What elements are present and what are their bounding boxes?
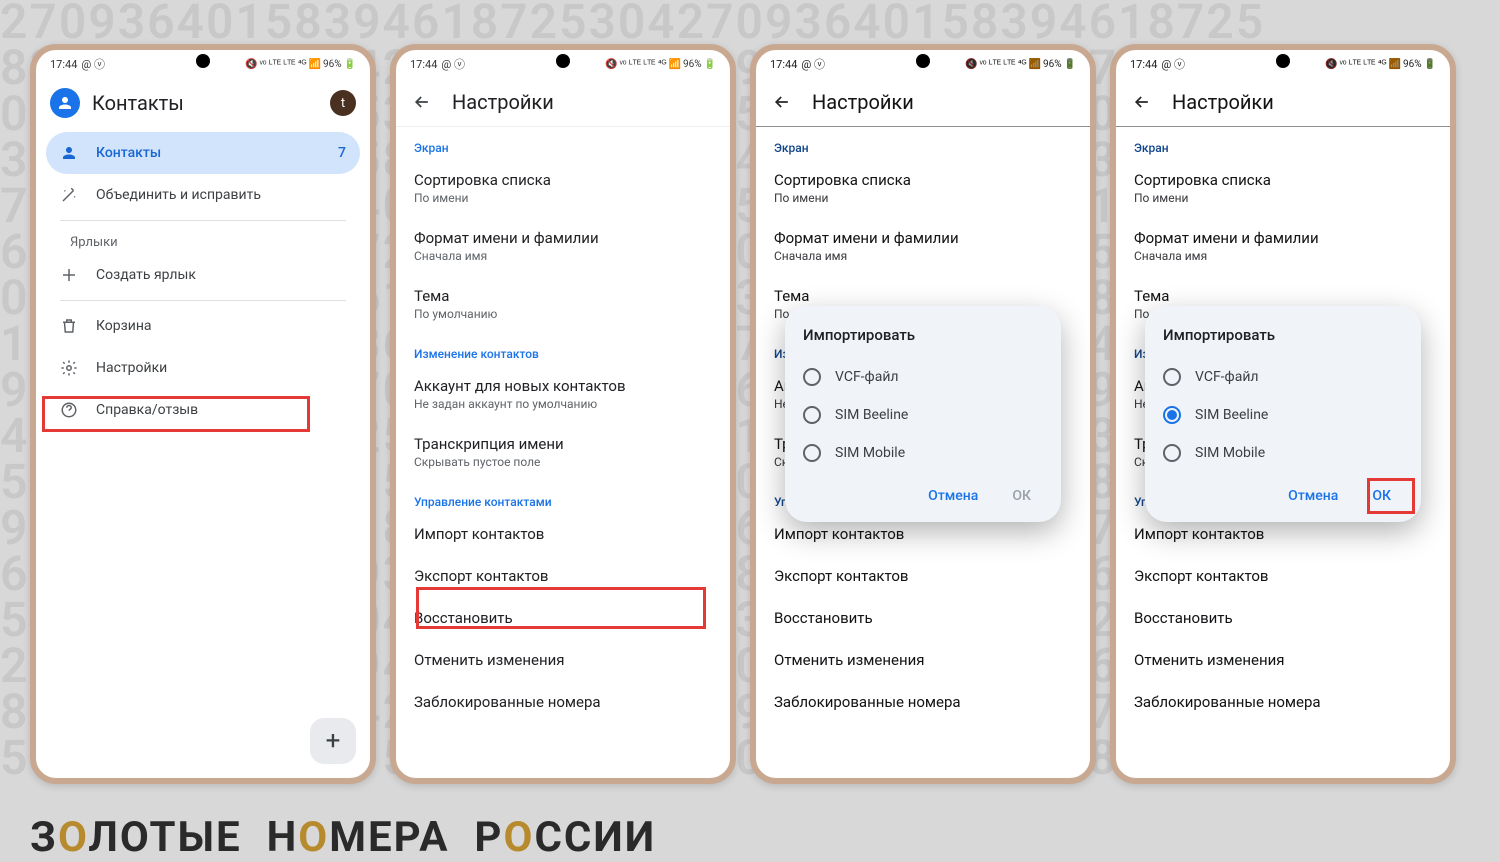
- radio-icon: [1163, 368, 1181, 386]
- item-subtitle: По умолчанию: [414, 307, 712, 321]
- person-icon: [60, 144, 78, 162]
- contacts-app-icon: [50, 88, 80, 118]
- status-bar: 17:44 @ ⓥ 🔇ᵛᵒ ᴸᵀᴱ ᴸᵀᴱ ⁴ᴳ 📶 96%🔋: [396, 50, 730, 78]
- nav-label: Настройки: [96, 360, 167, 376]
- phone-screenshot-2: 17:44 @ ⓥ 🔇ᵛᵒ ᴸᵀᴱ ᴸᵀᴱ ⁴ᴳ 📶 96%🔋 Настройк…: [390, 44, 736, 784]
- item-subtitle: Скрывать пустое поле: [414, 455, 712, 469]
- item-title: Формат имени и фамилии: [414, 229, 712, 247]
- gear-icon: [60, 359, 78, 377]
- radio-icon: [803, 368, 821, 386]
- item-title: Импорт контактов: [414, 525, 712, 543]
- item-undo-changes[interactable]: Отменить изменения: [396, 639, 730, 681]
- nav-label: Объединить и исправить: [96, 187, 261, 203]
- nav-label: Контакты: [96, 145, 161, 161]
- phone-screenshot-4: 17:44 @ ⓥ 🔇ᵛᵒ ᴸᵀᴱ ᴸᵀᴱ ⁴ᴳ 📶 96%🔋 Настройк…: [1110, 44, 1456, 784]
- item-subtitle: Не задан аккаунт по умолчанию: [414, 397, 712, 411]
- nav-label: Корзина: [96, 318, 152, 334]
- add-contact-fab[interactable]: +: [310, 718, 356, 764]
- nav-label: Справка/отзыв: [96, 402, 198, 418]
- divider: [60, 300, 346, 301]
- section-manage-contacts: Управление контактами: [396, 481, 730, 513]
- item-export-contacts[interactable]: Экспорт контактов: [396, 555, 730, 597]
- item-title: Восстановить: [414, 609, 712, 627]
- trash-icon: [60, 317, 78, 335]
- dialog-title: Импортировать: [803, 326, 1043, 344]
- nav-create-label[interactable]: Создать ярлык: [46, 254, 360, 296]
- item-title: Транскрипция имени: [414, 435, 712, 453]
- app-header: Контакты t: [36, 78, 370, 128]
- item-title: Аккаунт для новых контактов: [414, 377, 712, 395]
- nav-trash[interactable]: Корзина: [46, 305, 360, 347]
- dialog-title: Импортировать: [1163, 326, 1403, 344]
- plus-icon: +: [326, 726, 341, 756]
- item-sort-list[interactable]: Сортировка списка По имени: [396, 159, 730, 217]
- item-restore[interactable]: Восстановить: [396, 597, 730, 639]
- nav-settings[interactable]: Настройки: [46, 347, 360, 389]
- labels-section-header: Ярлыки: [46, 225, 360, 254]
- section-screen: Экран: [396, 127, 730, 159]
- status-bar: 17:44 @ ⓥ 🔇ᵛᵒ ᴸᵀᴱ ᴸᵀᴱ ⁴ᴳ 📶 96%🔋: [36, 50, 370, 78]
- item-title: Тема: [414, 287, 712, 305]
- contacts-count-badge: 7: [338, 145, 346, 161]
- item-title: Отменить изменения: [414, 651, 712, 669]
- item-title: Сортировка списка: [414, 171, 712, 189]
- item-theme[interactable]: Тема По умолчанию: [396, 275, 730, 333]
- nav-contacts[interactable]: Контакты 7: [46, 132, 360, 174]
- page-title: Настройки: [452, 90, 554, 114]
- item-import-contacts[interactable]: Импорт контактов: [396, 513, 730, 555]
- settings-header: Настройки: [396, 78, 730, 127]
- item-subtitle: По имени: [414, 191, 712, 205]
- item-title: Заблокированные номера: [414, 693, 712, 711]
- item-name-transcription[interactable]: Транскрипция имени Скрывать пустое поле: [396, 423, 730, 481]
- item-blocked-numbers[interactable]: Заблокированные номера: [396, 681, 730, 723]
- profile-avatar[interactable]: t: [330, 90, 356, 116]
- nav-merge-fix[interactable]: Объединить и исправить: [46, 174, 360, 216]
- page-title: Контакты: [92, 91, 318, 115]
- cancel-button[interactable]: Отмена: [916, 480, 990, 512]
- radio-vcf[interactable]: VCF-файл: [803, 358, 1043, 396]
- radio-icon: [1163, 444, 1181, 462]
- radio-vcf[interactable]: VCF-файл: [1163, 358, 1403, 396]
- camera-cutout: [196, 54, 210, 68]
- nav-help[interactable]: Справка/отзыв: [46, 389, 360, 431]
- dialog-overlay: Импортировать VCF-файл SIM Beeline SIM M…: [1116, 50, 1450, 778]
- phone-screenshot-3: 17:44 @ ⓥ 🔇ᵛᵒ ᴸᵀᴱ ᴸᵀᴱ ⁴ᴳ 📶 96%🔋 Настройк…: [750, 44, 1096, 784]
- radio-sim-mobile[interactable]: SIM Mobile: [1163, 434, 1403, 472]
- divider: [60, 220, 346, 221]
- item-title: Экспорт контактов: [414, 567, 712, 585]
- radio-icon: [803, 406, 821, 424]
- cancel-button[interactable]: Отмена: [1276, 480, 1350, 512]
- dialog-overlay: Импортировать VCF-файл SIM Beeline SIM M…: [756, 50, 1090, 778]
- back-button[interactable]: [410, 90, 434, 114]
- radio-sim-beeline[interactable]: SIM Beeline: [1163, 396, 1403, 434]
- import-dialog: Импортировать VCF-файл SIM Beeline SIM M…: [1145, 306, 1421, 522]
- item-subtitle: Сначала имя: [414, 249, 712, 263]
- radio-sim-mobile[interactable]: SIM Mobile: [803, 434, 1043, 472]
- ok-button[interactable]: ОК: [1000, 480, 1043, 512]
- import-dialog: Импортировать VCF-файл SIM Beeline SIM M…: [785, 306, 1061, 522]
- help-icon: [60, 401, 78, 419]
- clock-text: 17:44: [50, 58, 77, 71]
- item-default-account[interactable]: Аккаунт для новых контактов Не задан акк…: [396, 365, 730, 423]
- radio-icon: [803, 444, 821, 462]
- radio-icon-checked: [1163, 406, 1181, 424]
- item-name-format[interactable]: Формат имени и фамилии Сначала имя: [396, 217, 730, 275]
- brand-footer: ЗОЛОТЫЕ НОМЕРА РОССИИ: [30, 813, 656, 862]
- wand-icon: [60, 186, 78, 204]
- plus-icon: [60, 266, 78, 284]
- section-edit-contacts: Изменение контактов: [396, 333, 730, 365]
- nav-label: Создать ярлык: [96, 267, 196, 283]
- radio-sim-beeline[interactable]: SIM Beeline: [803, 396, 1043, 434]
- ok-button[interactable]: ОК: [1360, 480, 1403, 512]
- camera-cutout: [556, 54, 570, 68]
- phone-screenshot-1: 17:44 @ ⓥ 🔇ᵛᵒ ᴸᵀᴱ ᴸᵀᴱ ⁴ᴳ 📶 96%🔋 Контакты…: [30, 44, 376, 784]
- battery-text: 96%: [323, 59, 342, 70]
